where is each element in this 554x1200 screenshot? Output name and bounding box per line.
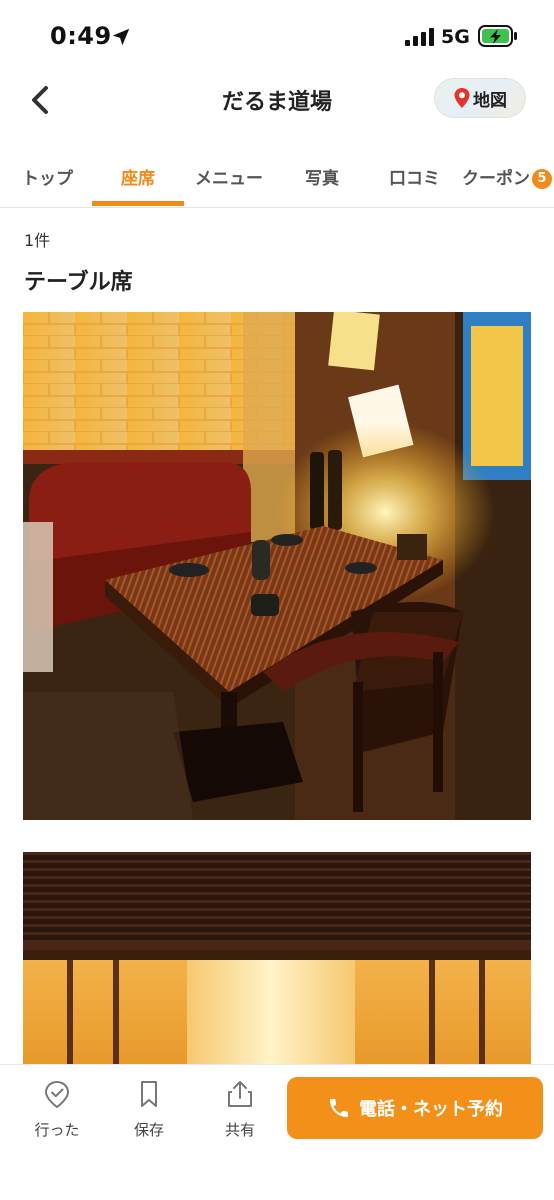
tab-photos[interactable]: 写真 <box>305 164 339 189</box>
table-seat-illustration <box>23 312 531 820</box>
reserve-label: 電話・ネット予約 <box>359 1099 503 1120</box>
signal-icon <box>405 28 434 46</box>
save-label: 保存 <box>133 1121 164 1139</box>
tab-bar: トップ 座席 メニュー 写真 口コミ クーポン 5 <box>0 150 554 208</box>
phone-icon <box>330 1099 348 1117</box>
status-time: 0:49 <box>50 22 112 50</box>
table-seat-photo[interactable] <box>23 312 531 820</box>
coupon-count-badge: 5 <box>532 168 552 189</box>
map-label: 地図 <box>473 90 507 111</box>
location-arrow-icon <box>112 28 130 46</box>
went-button[interactable]: 行った <box>22 1079 92 1140</box>
map-pin-icon <box>454 88 470 108</box>
interior-photo[interactable] <box>23 852 531 1064</box>
reserve-button[interactable]: 電話・ネット予約 <box>287 1077 543 1139</box>
share-button[interactable]: 共有 <box>205 1079 275 1140</box>
section-title: テーブル席 <box>24 270 133 295</box>
went-label: 行った <box>34 1121 80 1139</box>
status-bar: 0:49 5G <box>0 0 554 72</box>
bookmark-icon <box>141 1081 157 1107</box>
app-header: だるま道場 地図 <box>0 72 554 128</box>
tab-coupons[interactable]: クーポン 5 <box>462 164 552 189</box>
interior-illustration <box>23 852 531 1064</box>
network-type: 5G <box>441 26 470 48</box>
tab-coupons-label: クーポン <box>462 169 530 189</box>
tab-seats[interactable]: 座席 <box>121 164 155 189</box>
active-tab-indicator <box>92 201 184 206</box>
tab-menu[interactable]: メニュー <box>195 164 263 189</box>
bottom-action-bar: 行った 保存 共有 電話・ネット予約 <box>0 1064 554 1200</box>
battery-charging-icon <box>478 25 517 47</box>
save-button[interactable]: 保存 <box>114 1079 184 1140</box>
share-label: 共有 <box>224 1121 255 1139</box>
share-icon <box>228 1081 252 1107</box>
map-button[interactable]: 地図 <box>434 78 526 118</box>
tab-reviews[interactable]: 口コミ <box>389 164 440 189</box>
result-count: 1件 <box>24 231 51 250</box>
check-badge-icon <box>44 1080 70 1109</box>
tab-top[interactable]: トップ <box>22 164 73 189</box>
